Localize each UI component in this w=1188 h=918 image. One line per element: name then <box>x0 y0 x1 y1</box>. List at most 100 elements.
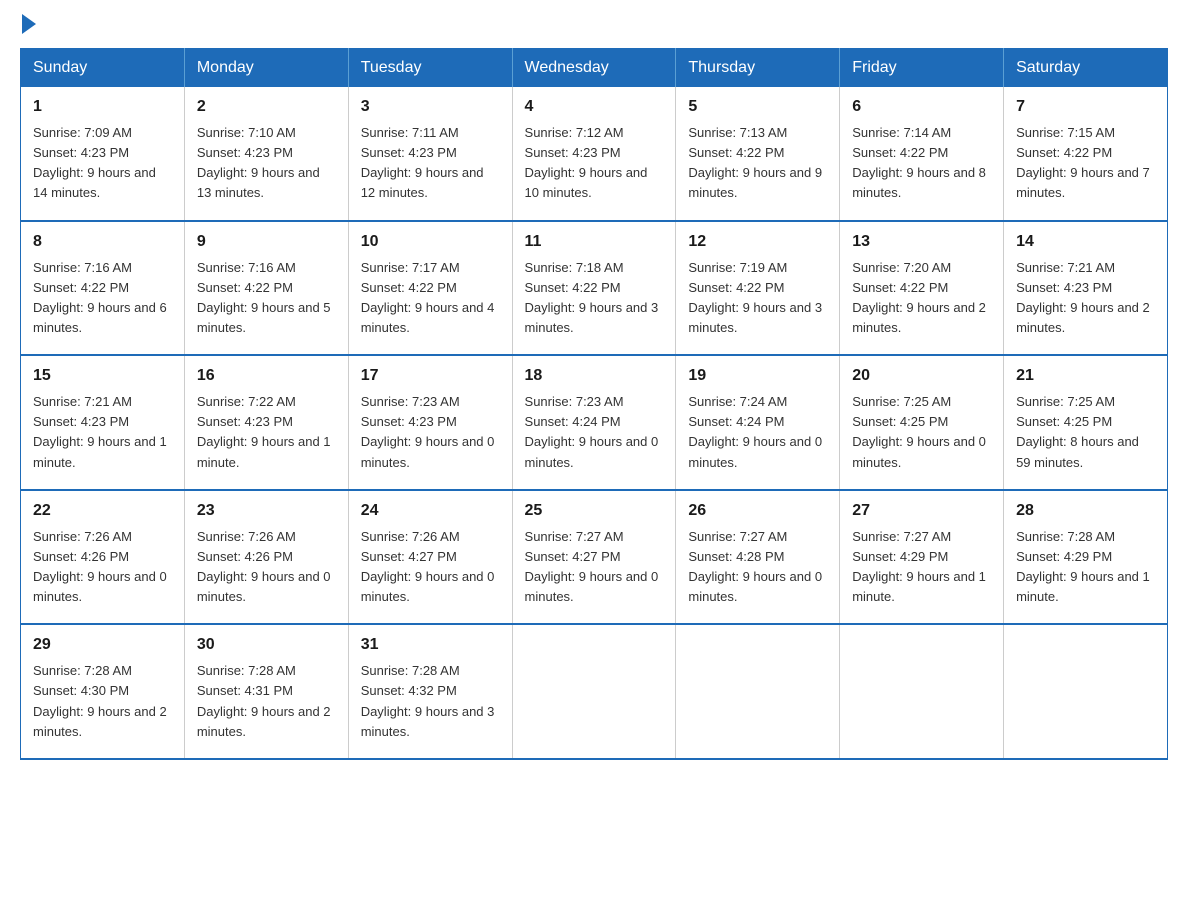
day-info: Sunrise: 7:21 AMSunset: 4:23 PMDaylight:… <box>1016 258 1155 339</box>
day-info: Sunrise: 7:13 AMSunset: 4:22 PMDaylight:… <box>688 123 827 204</box>
calendar-day-cell: 6 Sunrise: 7:14 AMSunset: 4:22 PMDaylight… <box>840 87 1004 221</box>
day-info: Sunrise: 7:20 AMSunset: 4:22 PMDaylight:… <box>852 258 991 339</box>
calendar-day-cell: 20 Sunrise: 7:25 AMSunset: 4:25 PMDayligh… <box>840 355 1004 490</box>
day-number: 25 <box>525 499 664 523</box>
day-info: Sunrise: 7:23 AMSunset: 4:23 PMDaylight:… <box>361 392 500 473</box>
calendar-day-cell: 9 Sunrise: 7:16 AMSunset: 4:22 PMDaylight… <box>184 221 348 356</box>
calendar-day-cell: 14 Sunrise: 7:21 AMSunset: 4:23 PMDayligh… <box>1004 221 1168 356</box>
calendar-day-cell: 10 Sunrise: 7:17 AMSunset: 4:22 PMDayligh… <box>348 221 512 356</box>
calendar-table: SundayMondayTuesdayWednesdayThursdayFrid… <box>20 48 1168 760</box>
day-info: Sunrise: 7:15 AMSunset: 4:22 PMDaylight:… <box>1016 123 1155 204</box>
calendar-day-cell: 23 Sunrise: 7:26 AMSunset: 4:26 PMDayligh… <box>184 490 348 625</box>
day-number: 13 <box>852 230 991 254</box>
day-number: 22 <box>33 499 172 523</box>
calendar-day-cell: 22 Sunrise: 7:26 AMSunset: 4:26 PMDayligh… <box>21 490 185 625</box>
calendar-week-row: 15Sunrise: 7:21 AMSunset: 4:23 PMDayligh… <box>21 355 1168 490</box>
day-info: Sunrise: 7:16 AMSunset: 4:22 PMDaylight:… <box>33 258 172 339</box>
day-info: Sunrise: 7:26 AMSunset: 4:26 PMDaylight:… <box>33 527 172 608</box>
day-number: 26 <box>688 499 827 523</box>
weekday-header-saturday: Saturday <box>1004 49 1168 88</box>
day-number: 2 <box>197 95 336 119</box>
day-info: Sunrise: 7:27 AMSunset: 4:29 PMDaylight:… <box>852 527 991 608</box>
weekday-header-row: SundayMondayTuesdayWednesdayThursdayFrid… <box>21 49 1168 88</box>
day-info: Sunrise: 7:17 AMSunset: 4:22 PMDaylight:… <box>361 258 500 339</box>
day-number: 16 <box>197 364 336 388</box>
weekday-header-tuesday: Tuesday <box>348 49 512 88</box>
day-number: 1 <box>33 95 172 119</box>
day-info: Sunrise: 7:09 AMSunset: 4:23 PMDaylight:… <box>33 123 172 204</box>
calendar-day-cell: 31 Sunrise: 7:28 AMSunset: 4:32 PMDayligh… <box>348 624 512 759</box>
day-info: Sunrise: 7:22 AMSunset: 4:23 PMDaylight:… <box>197 392 336 473</box>
calendar-day-cell: 1 Sunrise: 7:09 AMSunset: 4:23 PMDaylight… <box>21 87 185 221</box>
day-number: 28 <box>1016 499 1155 523</box>
calendar-day-cell: 7 Sunrise: 7:15 AMSunset: 4:22 PMDaylight… <box>1004 87 1168 221</box>
day-number: 18 <box>525 364 664 388</box>
calendar-day-cell: 17 Sunrise: 7:23 AMSunset: 4:23 PMDayligh… <box>348 355 512 490</box>
day-info: Sunrise: 7:19 AMSunset: 4:22 PMDaylight:… <box>688 258 827 339</box>
calendar-day-cell: 11Sunrise: 7:18 AMSunset: 4:22 PMDayligh… <box>512 221 676 356</box>
day-number: 8 <box>33 230 172 254</box>
day-number: 27 <box>852 499 991 523</box>
calendar-day-cell <box>676 624 840 759</box>
day-info: Sunrise: 7:28 AMSunset: 4:32 PMDaylight:… <box>361 661 500 742</box>
calendar-day-cell: 2 Sunrise: 7:10 AMSunset: 4:23 PMDaylight… <box>184 87 348 221</box>
day-number: 15 <box>33 364 172 388</box>
calendar-week-row: 8 Sunrise: 7:16 AMSunset: 4:22 PMDaylight… <box>21 221 1168 356</box>
day-number: 21 <box>1016 364 1155 388</box>
calendar-day-cell: 3 Sunrise: 7:11 AMSunset: 4:23 PMDaylight… <box>348 87 512 221</box>
day-info: Sunrise: 7:28 AMSunset: 4:31 PMDaylight:… <box>197 661 336 742</box>
day-number: 24 <box>361 499 500 523</box>
day-info: Sunrise: 7:12 AMSunset: 4:23 PMDaylight:… <box>525 123 664 204</box>
weekday-header-monday: Monday <box>184 49 348 88</box>
calendar-day-cell: 12 Sunrise: 7:19 AMSunset: 4:22 PMDayligh… <box>676 221 840 356</box>
calendar-day-cell: 28 Sunrise: 7:28 AMSunset: 4:29 PMDayligh… <box>1004 490 1168 625</box>
calendar-day-cell: 27 Sunrise: 7:27 AMSunset: 4:29 PMDayligh… <box>840 490 1004 625</box>
weekday-header-friday: Friday <box>840 49 1004 88</box>
day-info: Sunrise: 7:10 AMSunset: 4:23 PMDaylight:… <box>197 123 336 204</box>
calendar-day-cell: 5 Sunrise: 7:13 AMSunset: 4:22 PMDaylight… <box>676 87 840 221</box>
day-info: Sunrise: 7:25 AMSunset: 4:25 PMDaylight:… <box>852 392 991 473</box>
calendar-day-cell <box>840 624 1004 759</box>
calendar-day-cell: 19 Sunrise: 7:24 AMSunset: 4:24 PMDayligh… <box>676 355 840 490</box>
day-number: 5 <box>688 95 827 119</box>
calendar-day-cell: 26 Sunrise: 7:27 AMSunset: 4:28 PMDayligh… <box>676 490 840 625</box>
day-info: Sunrise: 7:27 AMSunset: 4:28 PMDaylight:… <box>688 527 827 608</box>
day-info: Sunrise: 7:24 AMSunset: 4:24 PMDaylight:… <box>688 392 827 473</box>
calendar-week-row: 1 Sunrise: 7:09 AMSunset: 4:23 PMDaylight… <box>21 87 1168 221</box>
day-number: 9 <box>197 230 336 254</box>
day-number: 3 <box>361 95 500 119</box>
day-info: Sunrise: 7:14 AMSunset: 4:22 PMDaylight:… <box>852 123 991 204</box>
page-header <box>20 20 1168 32</box>
calendar-day-cell: 15Sunrise: 7:21 AMSunset: 4:23 PMDayligh… <box>21 355 185 490</box>
day-number: 12 <box>688 230 827 254</box>
day-info: Sunrise: 7:28 AMSunset: 4:29 PMDaylight:… <box>1016 527 1155 608</box>
weekday-header-sunday: Sunday <box>21 49 185 88</box>
day-info: Sunrise: 7:25 AMSunset: 4:25 PMDaylight:… <box>1016 392 1155 473</box>
day-number: 14 <box>1016 230 1155 254</box>
day-number: 20 <box>852 364 991 388</box>
calendar-day-cell: 4 Sunrise: 7:12 AMSunset: 4:23 PMDaylight… <box>512 87 676 221</box>
calendar-day-cell: 29 Sunrise: 7:28 AMSunset: 4:30 PMDayligh… <box>21 624 185 759</box>
logo-triangle-icon <box>22 14 36 34</box>
day-number: 6 <box>852 95 991 119</box>
calendar-week-row: 22 Sunrise: 7:26 AMSunset: 4:26 PMDayligh… <box>21 490 1168 625</box>
day-number: 31 <box>361 633 500 657</box>
day-info: Sunrise: 7:16 AMSunset: 4:22 PMDaylight:… <box>197 258 336 339</box>
day-number: 17 <box>361 364 500 388</box>
calendar-day-cell: 13 Sunrise: 7:20 AMSunset: 4:22 PMDayligh… <box>840 221 1004 356</box>
day-number: 4 <box>525 95 664 119</box>
day-number: 7 <box>1016 95 1155 119</box>
day-number: 10 <box>361 230 500 254</box>
calendar-day-cell <box>512 624 676 759</box>
calendar-day-cell: 8 Sunrise: 7:16 AMSunset: 4:22 PMDaylight… <box>21 221 185 356</box>
day-info: Sunrise: 7:18 AMSunset: 4:22 PMDaylight:… <box>525 258 664 339</box>
logo <box>20 20 38 32</box>
day-info: Sunrise: 7:11 AMSunset: 4:23 PMDaylight:… <box>361 123 500 204</box>
day-info: Sunrise: 7:26 AMSunset: 4:26 PMDaylight:… <box>197 527 336 608</box>
weekday-header-thursday: Thursday <box>676 49 840 88</box>
day-info: Sunrise: 7:23 AMSunset: 4:24 PMDaylight:… <box>525 392 664 473</box>
day-info: Sunrise: 7:28 AMSunset: 4:30 PMDaylight:… <box>33 661 172 742</box>
day-number: 23 <box>197 499 336 523</box>
day-number: 19 <box>688 364 827 388</box>
day-number: 29 <box>33 633 172 657</box>
